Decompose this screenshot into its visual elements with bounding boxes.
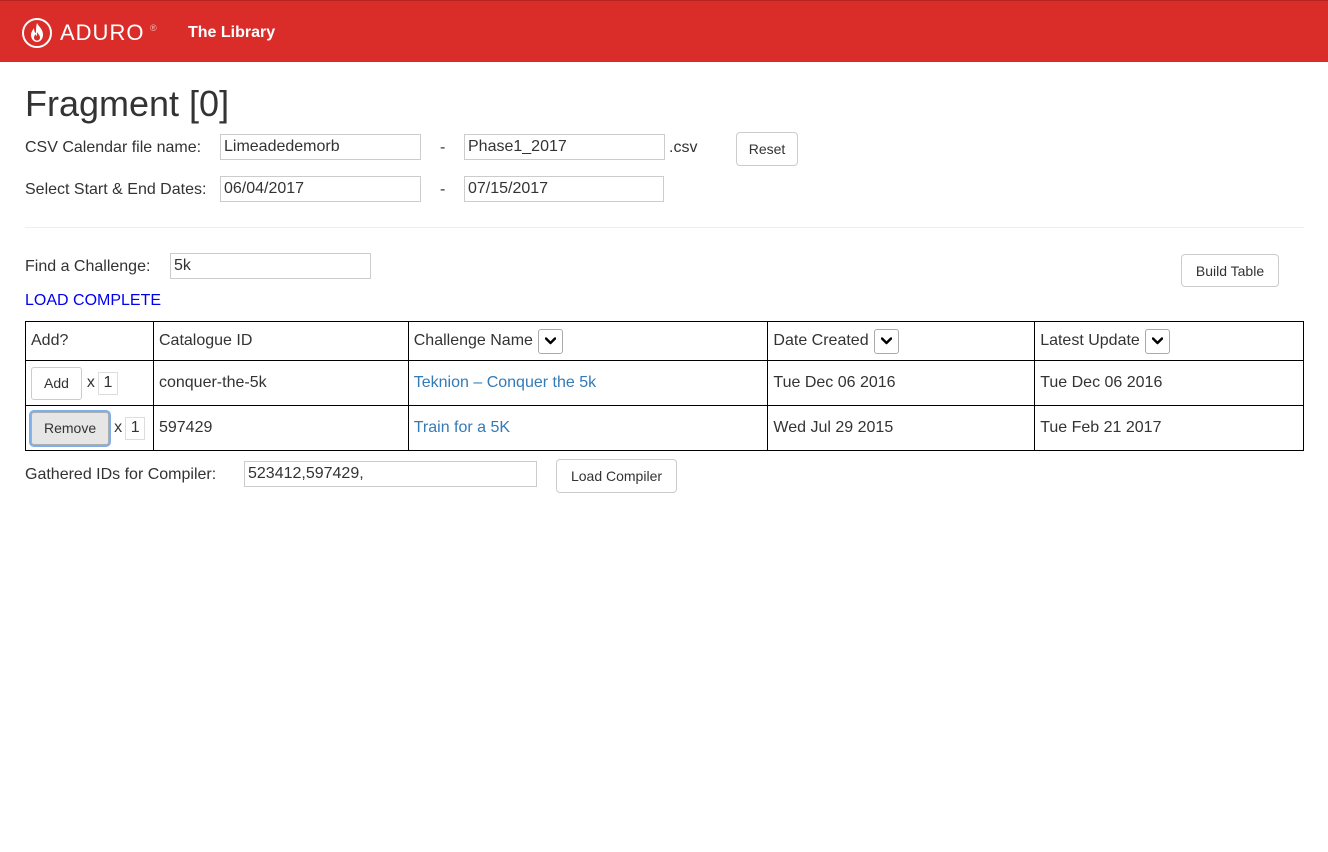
sort-date-created-button[interactable]	[873, 328, 899, 354]
gathered-ids-input[interactable]	[244, 461, 537, 487]
dates-separator: -	[440, 181, 446, 198]
quantity-input[interactable]	[97, 371, 118, 395]
quantity-input[interactable]	[125, 416, 146, 440]
build-table-button[interactable]: Build Table	[1181, 254, 1279, 287]
catalogue-id-cell: conquer-the-5k	[152, 360, 409, 406]
column-header-challenge-name-label: Challenge Name	[413, 332, 533, 349]
column-header-latest-update: Latest Update	[1034, 321, 1304, 361]
start-date-input[interactable]	[220, 176, 421, 202]
flame-icon[interactable]	[22, 18, 52, 48]
load-status: LOAD COMPLETE	[25, 292, 162, 309]
chevron-down-icon	[1151, 337, 1163, 345]
challenge-name-link[interactable]: Train for a 5K	[414, 419, 510, 436]
find-challenge-label: Find a Challenge:	[25, 258, 151, 275]
column-header-challenge-name: Challenge Name	[407, 321, 769, 361]
registered-mark: ®	[150, 23, 157, 33]
chevron-down-icon	[544, 337, 556, 345]
brand-name[interactable]: ADURO	[60, 20, 144, 46]
challenge-table: Add? Catalogue ID Challenge Name Date Cr…	[25, 321, 1304, 451]
add-cell: Remove x	[25, 405, 154, 451]
column-header-catalogue-id-label: Catalogue ID	[158, 332, 253, 349]
load-compiler-button[interactable]: Load Compiler	[556, 459, 677, 493]
quantity-multiplier: x	[86, 374, 95, 391]
csv-prefix-input[interactable]	[220, 134, 421, 160]
table-header-row: Add? Catalogue ID Challenge Name Date Cr…	[25, 321, 1304, 361]
quantity-multiplier: x	[114, 419, 123, 436]
csv-separator: -	[440, 139, 446, 156]
dates-label: Select Start & End Dates:	[25, 181, 207, 198]
challenge-search-input[interactable]	[170, 253, 371, 279]
challenge-name-cell: Teknion – Conquer the 5k	[407, 360, 769, 406]
column-header-catalogue-id: Catalogue ID	[152, 321, 409, 361]
remove-challenge-button[interactable]: Remove	[31, 411, 110, 445]
column-header-latest-update-label: Latest Update	[1040, 332, 1140, 349]
column-header-date-created-label: Date Created	[773, 332, 869, 349]
nav-title-library[interactable]: The Library	[188, 23, 275, 43]
challenge-name-link[interactable]: Teknion – Conquer the 5k	[414, 374, 596, 391]
top-navbar: ADURO ® The Library	[0, 0, 1328, 62]
sort-challenge-name-button[interactable]	[537, 328, 563, 354]
latest-update-cell: Tue Feb 21 2017	[1034, 405, 1304, 451]
gathered-ids-label: Gathered IDs for Compiler:	[25, 466, 217, 483]
chevron-down-icon	[880, 337, 892, 345]
reset-button[interactable]: Reset	[736, 132, 798, 166]
page-title: Fragment [0]	[25, 83, 230, 124]
sort-latest-update-button[interactable]	[1144, 328, 1170, 354]
end-date-input[interactable]	[464, 176, 664, 202]
table-row: Remove x 597429 Train for a 5K Wed Jul 2…	[25, 405, 1304, 451]
csv-filename-label: CSV Calendar file name:	[25, 139, 202, 156]
table-row: Add x conquer-the-5k Teknion – Conquer t…	[25, 360, 1304, 406]
add-challenge-button[interactable]: Add	[31, 366, 82, 400]
date-created-cell: Wed Jul 29 2015	[767, 405, 1036, 451]
section-divider	[25, 227, 1304, 228]
latest-update-cell: Tue Dec 06 2016	[1034, 360, 1304, 406]
catalogue-id-cell: 597429	[152, 405, 409, 451]
add-cell: Add x	[25, 360, 154, 406]
csv-extension-label: .csv	[669, 139, 698, 156]
date-created-cell: Tue Dec 06 2016	[767, 360, 1036, 406]
csv-suffix-input[interactable]	[464, 134, 665, 160]
column-header-date-created: Date Created	[767, 321, 1036, 361]
column-header-add: Add?	[25, 321, 154, 361]
challenge-name-cell: Train for a 5K	[407, 405, 769, 451]
column-header-add-label: Add?	[31, 332, 69, 349]
